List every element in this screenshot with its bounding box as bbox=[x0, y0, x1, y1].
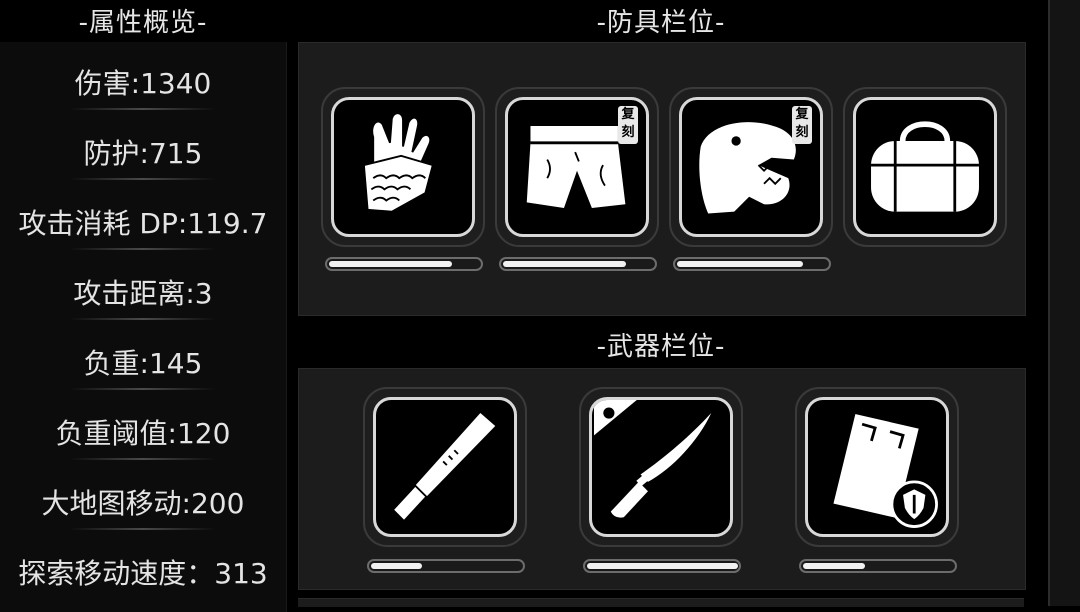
duffel-bag-icon bbox=[871, 121, 979, 212]
riot-shield-icon bbox=[831, 411, 938, 528]
stat-explore-speed: 探索移动速度：313 bbox=[18, 557, 268, 590]
weapon-slot-shield[interactable] bbox=[795, 387, 959, 547]
stat-attack-range: 攻击距离:3 bbox=[73, 277, 213, 310]
slot-frame: 复刻 bbox=[505, 97, 649, 237]
armor-panel: 复刻 复刻 bbox=[298, 42, 1026, 316]
stat-attack-dp-cost: 攻击消耗 DP:119.7 bbox=[18, 207, 268, 240]
stat-divider bbox=[70, 178, 216, 180]
replica-tag: 复刻 bbox=[792, 106, 812, 144]
weapons-header: -武器栏位- bbox=[596, 332, 726, 362]
durability-bar bbox=[583, 559, 741, 573]
replica-tag: 复刻 bbox=[618, 106, 638, 144]
slot-frame bbox=[805, 397, 949, 537]
gloves-icon bbox=[362, 112, 434, 213]
stat-load: 负重:145 bbox=[83, 347, 203, 380]
stat-divider bbox=[70, 528, 216, 530]
slot-frame bbox=[853, 97, 997, 237]
stat-divider bbox=[70, 318, 216, 320]
machete-icon bbox=[391, 413, 496, 523]
stat-map-movement: 大地图移动:200 bbox=[41, 487, 245, 520]
durability-bar bbox=[367, 559, 525, 573]
durability-bar bbox=[325, 257, 483, 271]
stats-panel: 伤害:1340 防护:715 攻击消耗 DP:119.7 攻击距离:3 负重:1… bbox=[0, 42, 287, 612]
durability-bar bbox=[799, 559, 957, 573]
equipment-screen: -属性概览- -防具栏位- -武器栏位- 伤害:1340 防护:715 攻击消耗… bbox=[0, 0, 1080, 612]
armor-slot-bag[interactable] bbox=[843, 87, 1007, 247]
stat-divider bbox=[70, 458, 216, 460]
durability-bar bbox=[499, 257, 657, 271]
stat-divider bbox=[70, 248, 216, 250]
armor-header: -防具栏位- bbox=[596, 8, 726, 38]
slot-frame bbox=[589, 397, 733, 537]
weapon-slot-knife[interactable] bbox=[579, 387, 743, 547]
slot-frame: 复刻 bbox=[679, 97, 823, 237]
stat-divider bbox=[70, 388, 216, 390]
armor-slot-dino-head[interactable]: 复刻 bbox=[669, 87, 833, 247]
knife-icon bbox=[594, 400, 712, 518]
stats-header: -属性概览- bbox=[78, 8, 208, 38]
weapons-panel bbox=[298, 368, 1026, 590]
right-scroll-strip bbox=[1048, 0, 1080, 606]
slot-frame bbox=[373, 397, 517, 537]
weapon-slot-machete[interactable] bbox=[363, 387, 527, 547]
armor-slot-gloves[interactable] bbox=[321, 87, 485, 247]
slot-frame bbox=[331, 97, 475, 237]
armor-slot-shorts[interactable]: 复刻 bbox=[495, 87, 659, 247]
stat-load-threshold: 负重阈值:120 bbox=[55, 417, 231, 450]
stat-divider bbox=[70, 108, 216, 110]
durability-bar bbox=[673, 257, 831, 271]
stat-protection: 防护:715 bbox=[83, 137, 203, 170]
stat-damage: 伤害:1340 bbox=[74, 67, 212, 100]
